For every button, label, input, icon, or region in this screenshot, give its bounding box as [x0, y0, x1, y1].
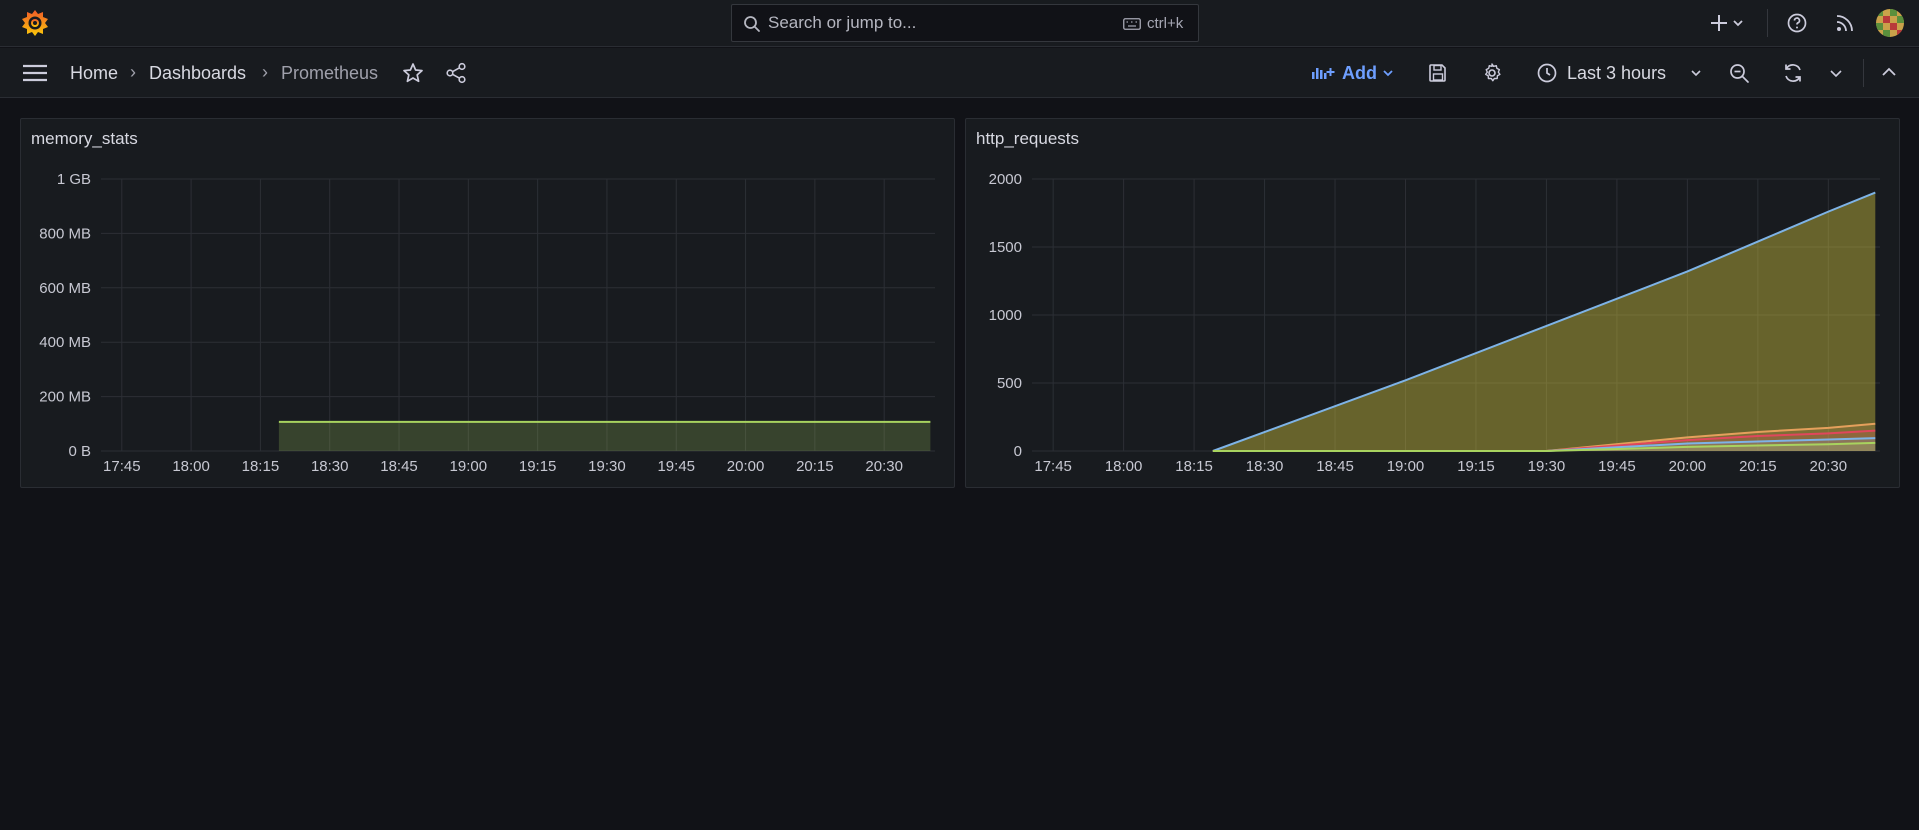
plus-icon [1711, 15, 1743, 31]
share-icon [446, 62, 466, 84]
keyboard-icon [1123, 18, 1141, 30]
x-tick-label: 20:30 [865, 458, 903, 475]
breadcrumb-current: Prometheus [281, 63, 379, 83]
x-tick-label: 17:45 [103, 458, 141, 475]
x-tick-label: 19:15 [1457, 458, 1495, 475]
dashboard-settings-button[interactable] [1481, 62, 1503, 84]
x-tick-label: 19:45 [1598, 458, 1636, 475]
help-button[interactable] [1786, 12, 1808, 34]
y-tick-label: 1 GB [57, 171, 91, 188]
search-input[interactable] [768, 5, 1108, 41]
chevron-down-icon [1830, 70, 1842, 78]
time-range-label: Last 3 hours [1567, 63, 1667, 83]
y-tick-label: 0 [1014, 443, 1022, 460]
x-tick-label: 19:00 [1387, 458, 1425, 475]
share-button[interactable] [445, 62, 467, 84]
x-tick-label: 19:30 [588, 458, 626, 475]
save-icon [1429, 64, 1446, 82]
refresh-button[interactable] [1782, 62, 1804, 84]
y-tick-label: 800 MB [39, 225, 91, 242]
zoom-out-icon [1730, 64, 1749, 83]
series-area-req-0 [1212, 192, 1876, 451]
avatar-icon [1876, 9, 1904, 37]
x-tick-label: 20:00 [727, 458, 765, 475]
breadcrumb-dashboards[interactable]: Dashboards [149, 63, 246, 84]
star-icon [403, 63, 423, 83]
search-shortcut: ctrl+k [1147, 15, 1184, 32]
x-tick-label: 20:00 [1669, 458, 1707, 475]
x-tick-label: 19:30 [1528, 458, 1566, 475]
x-tick-label: 17:45 [1034, 458, 1072, 475]
x-tick-label: 18:30 [311, 458, 349, 475]
rss-icon [1836, 15, 1853, 32]
hamburger-icon [23, 64, 47, 82]
x-tick-label: 18:45 [1316, 458, 1354, 475]
breadcrumb-separator: › [130, 62, 136, 82]
user-avatar[interactable] [1876, 9, 1904, 37]
y-tick-label: 1500 [989, 239, 1022, 256]
zoom-out-button[interactable] [1728, 62, 1750, 84]
x-tick-label: 20:15 [1739, 458, 1777, 475]
x-tick-label: 18:15 [242, 458, 280, 475]
top-bar: ctrl+k [0, 0, 1919, 47]
x-tick-label: 19:15 [519, 458, 557, 475]
x-tick-label: 19:45 [657, 458, 695, 475]
save-dashboard-button[interactable] [1428, 63, 1448, 83]
x-tick-label: 20:30 [1810, 458, 1848, 475]
y-tick-label: 400 MB [39, 334, 91, 351]
help-icon [1787, 13, 1807, 33]
x-tick-label: 20:15 [796, 458, 834, 475]
x-tick-label: 18:45 [380, 458, 418, 475]
chevron-down-icon [1383, 70, 1393, 77]
dashboard-nav-bar: Home › Dashboards › Prometheus Add Last … [0, 48, 1919, 98]
topbar-divider [1767, 9, 1768, 37]
x-tick-label: 19:00 [450, 458, 488, 475]
navbar-divider [1863, 59, 1864, 87]
menu-toggle-button[interactable] [22, 62, 48, 84]
breadcrumb-separator: › [262, 62, 268, 82]
news-button[interactable] [1834, 12, 1856, 34]
search-bar[interactable]: ctrl+k [731, 4, 1199, 42]
refresh-interval-button[interactable] [1829, 67, 1843, 79]
chart-grid [101, 178, 935, 452]
y-tick-label: 0 B [68, 443, 91, 460]
breadcrumb-home[interactable]: Home [70, 63, 118, 84]
panel-http-requests[interactable]: http_requests 0 500 1000 1500 2000 17:45 18:00… [965, 118, 1900, 488]
refresh-icon [1785, 64, 1801, 82]
y-tick-label: 200 MB [39, 389, 91, 406]
y-tick-label: 500 [997, 375, 1022, 392]
search-icon [744, 16, 760, 32]
star-button[interactable] [402, 62, 424, 84]
x-tick-label: 18:00 [172, 458, 210, 475]
x-tick-label: 18:15 [1175, 458, 1213, 475]
add-button-label: Add [1342, 63, 1377, 83]
gear-icon [1485, 63, 1501, 82]
series-area-mem-0 [278, 421, 931, 451]
x-tick-label: 18:30 [1246, 458, 1284, 475]
http-requests-chart: 0 500 1000 1500 2000 17:45 18:00 18:15 18:30 18:4… [989, 171, 1880, 475]
chevron-down-icon [1691, 70, 1701, 77]
memory-stats-chart: 0 B 200 MB 400 MB 600 MB 800 MB 1 GB 17:45 18:0… [39, 171, 935, 475]
panel-memory-stats[interactable]: memory_stats 0 B 200 MB 400 MB 600 MB 800 MB… [20, 118, 955, 488]
y-tick-label: 600 MB [39, 280, 91, 297]
grafana-logo-icon[interactable] [20, 8, 50, 38]
y-tick-label: 1000 [989, 307, 1022, 324]
x-tick-label: 18:00 [1105, 458, 1143, 475]
chevron-up-icon [1882, 67, 1896, 76]
add-panel-icon [1312, 68, 1335, 79]
clock-icon [1537, 63, 1557, 83]
y-tick-label: 2000 [989, 171, 1022, 188]
collapse-toolbar-button[interactable] [1881, 65, 1897, 79]
new-menu-button[interactable] [1710, 11, 1746, 35]
